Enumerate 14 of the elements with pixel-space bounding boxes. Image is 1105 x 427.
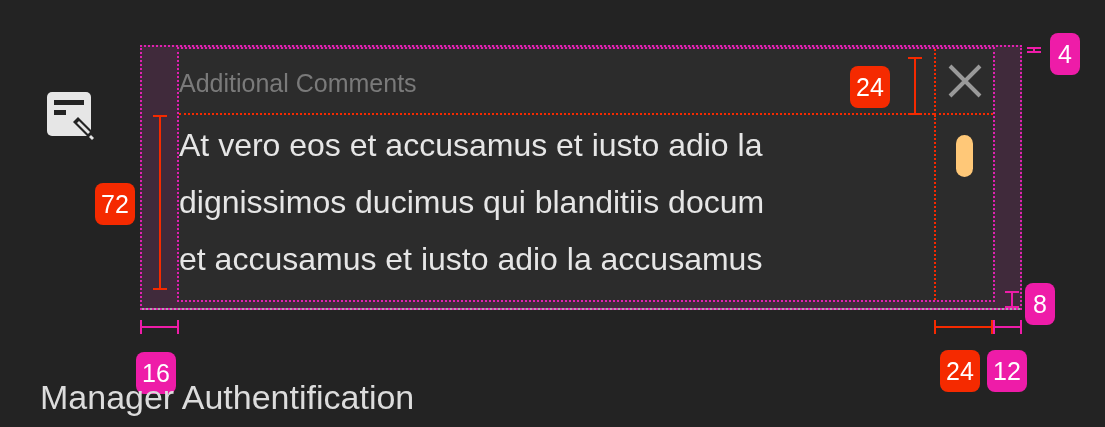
dimension-line <box>1027 47 1041 53</box>
close-icon[interactable] <box>946 63 983 99</box>
comment-text: At vero eos et accusamus et iusto adio la dignissimos ducimus qui blanditiis docum et accusamus et iusto adio la accusamus <box>179 126 766 279</box>
measurement-badge: 72 <box>95 183 135 225</box>
measurement-badge: 12 <box>987 350 1027 392</box>
measurement-badge: 8 <box>1025 283 1055 325</box>
edit-form-icon <box>47 92 97 142</box>
dimension-line <box>140 320 179 334</box>
dimension-line <box>1005 291 1019 308</box>
measurement-badge: 24 <box>850 66 890 108</box>
measurement-badge: 24 <box>940 350 980 392</box>
dimension-line <box>908 57 922 115</box>
scrollbar-thumb[interactable] <box>956 135 973 177</box>
measurement-badge: 4 <box>1050 33 1080 75</box>
